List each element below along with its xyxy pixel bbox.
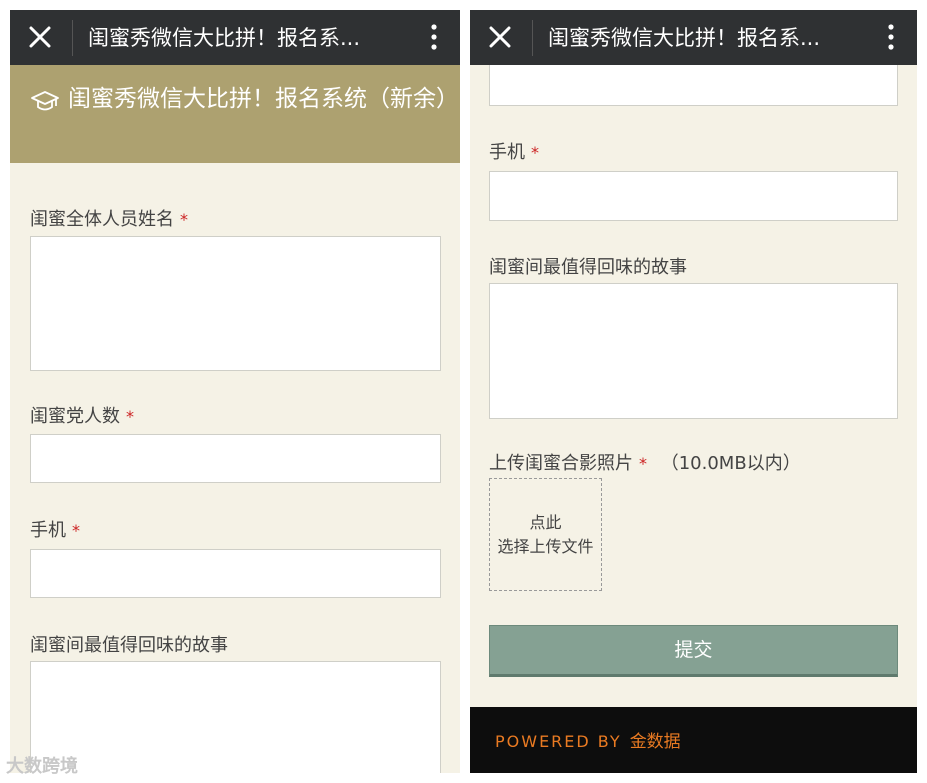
- left-screen: 闺蜜秀微信大比拼！报名系... 闺蜜秀微信大比拼！报名系统（新余） 闺蜜全体人员…: [10, 10, 460, 773]
- count-input[interactable]: [30, 434, 441, 483]
- app-bar-divider: [72, 20, 73, 56]
- phone-input[interactable]: [30, 549, 441, 598]
- required-mark: *: [126, 407, 134, 426]
- upload-dropzone[interactable]: 点此 选择上传文件: [489, 478, 602, 591]
- phone-field-label: 手机 *: [30, 520, 80, 541]
- phone-field-label: 手机 *: [489, 142, 539, 163]
- required-mark: *: [72, 521, 80, 540]
- photo-field-label: 上传闺蜜合影照片 * （10.0MB以内）: [489, 453, 801, 474]
- count-field-label: 闺蜜党人数 *: [30, 406, 134, 427]
- app-bar-divider: [532, 20, 533, 56]
- close-icon[interactable]: [24, 21, 56, 53]
- more-vert-icon[interactable]: [426, 22, 442, 52]
- phone-input[interactable]: [489, 171, 898, 221]
- brand-link[interactable]: 金数据: [630, 732, 681, 752]
- story-field-label: 闺蜜间最值得回味的故事: [489, 257, 687, 278]
- story-textarea[interactable]: [489, 283, 898, 419]
- required-mark: *: [531, 143, 539, 162]
- right-screen: 闺蜜秀微信大比拼！报名系... 手机 * 闺蜜间最值得回味的故事 上传闺蜜合影照片…: [470, 10, 917, 773]
- app-bar-title: 闺蜜秀微信大比拼！报名系...: [88, 26, 361, 50]
- powered-by-text: POWERED BY 金数据: [495, 732, 681, 752]
- required-mark: *: [639, 454, 647, 473]
- app-bar: 闺蜜秀微信大比拼！报名系...: [10, 10, 460, 65]
- more-vert-icon[interactable]: [883, 22, 899, 52]
- upload-line-1: 点此: [529, 513, 562, 532]
- form-banner: 闺蜜秀微信大比拼！报名系统（新余）: [10, 65, 460, 163]
- app-bar-title: 闺蜜秀微信大比拼！报名系...: [548, 26, 821, 50]
- footer: POWERED BY 金数据: [470, 707, 917, 773]
- close-icon[interactable]: [484, 21, 516, 53]
- photo-size-hint: （10.0MB以内）: [660, 453, 801, 474]
- app-bar: 闺蜜秀微信大比拼！报名系...: [470, 10, 917, 65]
- upload-line-2: 选择上传文件: [497, 537, 594, 556]
- story-field-label: 闺蜜间最值得回味的故事: [30, 635, 228, 656]
- required-mark: *: [180, 210, 188, 229]
- story-textarea[interactable]: [30, 661, 441, 773]
- names-textarea[interactable]: [30, 236, 441, 371]
- submit-button[interactable]: 提交: [489, 625, 898, 677]
- watermark: 大数跨境: [6, 756, 78, 777]
- form-title: 闺蜜秀微信大比拼！报名系统（新余）: [68, 86, 459, 112]
- graduation-cap-icon: [31, 91, 59, 111]
- names-field-label: 闺蜜全体人员姓名 *: [30, 209, 188, 230]
